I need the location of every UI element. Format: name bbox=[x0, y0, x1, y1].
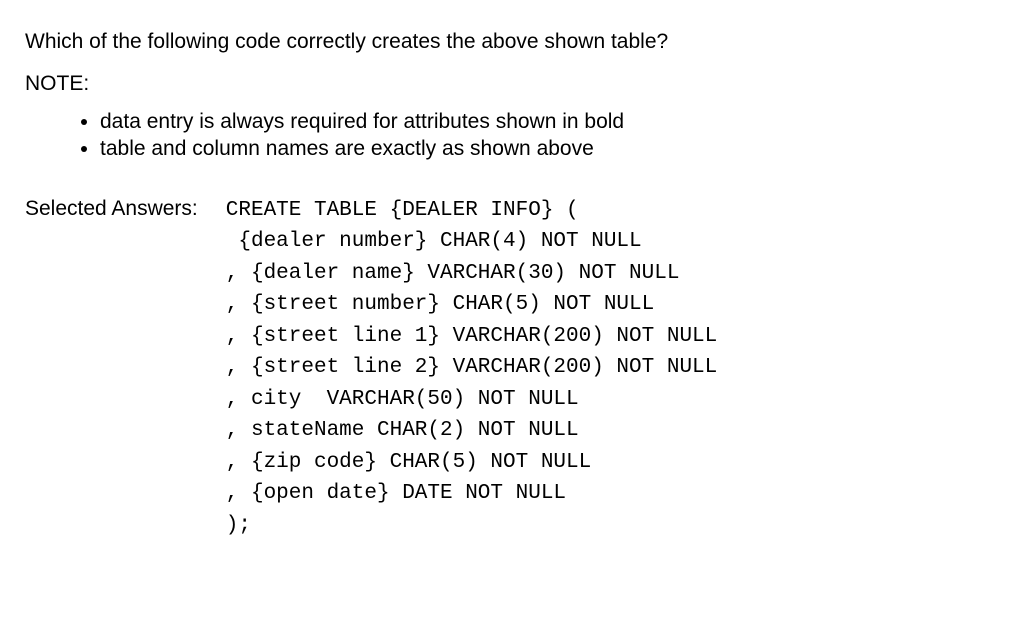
selected-answers-label: Selected Answers: bbox=[25, 195, 198, 221]
question-text: Which of the following code correctly cr… bbox=[25, 30, 1001, 54]
note-label: NOTE: bbox=[25, 72, 1001, 96]
sql-code-block: CREATE TABLE {DEALER INFO} ( {dealer num… bbox=[226, 195, 717, 542]
answer-section: Selected Answers: CREATE TABLE {DEALER I… bbox=[25, 195, 1001, 542]
note-item: data entry is always required for attrib… bbox=[100, 108, 1001, 135]
note-list: data entry is always required for attrib… bbox=[25, 108, 1001, 163]
note-item: table and column names are exactly as sh… bbox=[100, 135, 1001, 162]
